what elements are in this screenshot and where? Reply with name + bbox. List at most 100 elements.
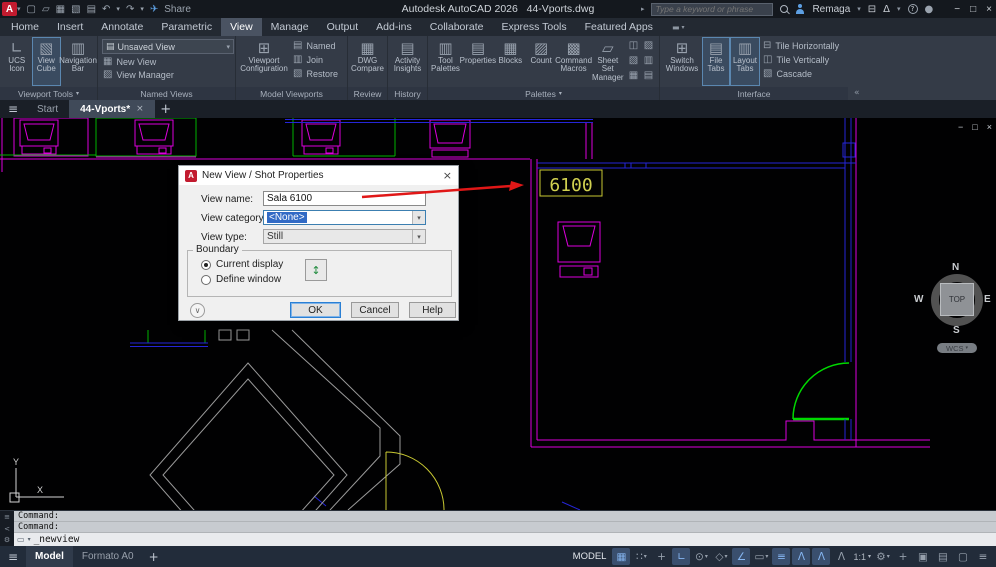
switch-windows-button[interactable]: ⊞ Switch Windows <box>662 37 702 86</box>
grip-icon[interactable]: ≡ <box>4 513 10 521</box>
tab-parametric[interactable]: Parametric <box>152 18 221 36</box>
panel-label-named-views[interactable]: Named Views <box>98 87 235 100</box>
customize-command-icon[interactable]: ⚙ <box>4 536 10 544</box>
navigation-bar-button[interactable]: ▥ Navigation Bar <box>59 37 97 86</box>
viewcube-top-face[interactable]: TOP <box>940 283 974 316</box>
count-button[interactable]: ▨ Count <box>526 37 557 86</box>
tab-home[interactable]: Home <box>2 18 48 36</box>
clean-screen-icon[interactable]: ▢ <box>954 548 972 565</box>
collapse-history-icon[interactable]: < <box>4 525 10 533</box>
define-window-pick-button[interactable]: ↕ <box>305 259 327 281</box>
tab-view[interactable]: View <box>221 18 262 36</box>
new-view-button[interactable]: ▦ New View <box>100 55 233 68</box>
annotation-visibility-icon[interactable]: Λ <box>792 548 811 565</box>
autodesk-access-icon[interactable]: Δ <box>883 4 890 15</box>
tab-insert[interactable]: Insert <box>48 18 92 36</box>
open-file-icon[interactable]: ▱ <box>42 4 50 15</box>
lineweight-icon[interactable]: ≡ <box>772 548 791 565</box>
tab-manage[interactable]: Manage <box>262 18 318 36</box>
viewcube-west[interactable]: W <box>914 294 923 305</box>
close-tab-icon[interactable]: × <box>136 104 144 114</box>
redo-icon[interactable]: ↷ <box>126 4 134 15</box>
view-cube-button[interactable]: ▧ View Cube <box>31 37 61 86</box>
customization-icon[interactable]: ≡ <box>974 548 992 565</box>
minimize-icon[interactable]: − <box>954 4 960 15</box>
command-window-icon[interactable]: ▭ <box>17 535 25 544</box>
viewcube-east[interactable]: E <box>984 294 991 305</box>
file-tab-document[interactable]: 44-Vports* × <box>69 100 155 118</box>
current-display-radio[interactable]: Current display <box>201 259 283 270</box>
panel-label-review[interactable]: Review <box>348 87 387 100</box>
ok-button[interactable]: OK <box>290 302 341 318</box>
user-dropdown-icon[interactable]: ▾ <box>857 5 861 13</box>
autocad-logo-icon[interactable]: A <box>2 2 17 16</box>
define-window-radio[interactable]: Define window <box>201 274 281 285</box>
panel-label-palettes[interactable]: Palettes ▾ <box>428 87 659 100</box>
grid-toggle-icon[interactable]: ▦ <box>612 548 631 565</box>
new-layout-icon[interactable]: + <box>143 550 165 564</box>
recent-commands-icon[interactable]: ▾ <box>28 536 31 543</box>
crosshair-icon[interactable]: + <box>894 548 912 565</box>
restore-icon[interactable]: □ <box>970 4 976 15</box>
undo-dropdown-icon[interactable]: ▾ <box>116 5 120 13</box>
annotation-scale-value[interactable]: 1:1 ▾ <box>853 552 871 562</box>
restore-viewports-button[interactable]: ▧ Restore <box>290 67 341 80</box>
file-tab-start[interactable]: Start <box>26 100 69 118</box>
ribbon-options-icon[interactable]: ▬ ▾ <box>672 18 685 36</box>
close-icon[interactable]: × <box>986 4 992 15</box>
viewcube-north[interactable]: N <box>952 262 959 273</box>
wcs-dropdown[interactable]: WCS ▾ <box>937 343 977 353</box>
tile-vertically-button[interactable]: ◫ Tile Vertically <box>760 53 842 66</box>
model-tab[interactable]: Model <box>26 546 73 567</box>
sheet-set-manager-button[interactable]: ▱ Sheet Set Manager <box>591 37 625 86</box>
polar-tracking-icon[interactable]: ⊙ ▾ <box>692 548 710 565</box>
save-as-icon[interactable]: ▧ <box>71 4 80 15</box>
search-input[interactable] <box>655 4 770 14</box>
logo-dropdown-icon[interactable]: ▾ <box>17 5 21 13</box>
palette-small-icon[interactable]: ◫ <box>627 40 640 53</box>
viewport-close-icon[interactable]: × <box>987 122 992 132</box>
cancel-button[interactable]: Cancel <box>351 302 399 318</box>
view-category-combo[interactable]: <None> ▾ <box>263 210 426 225</box>
tool-palettes-button[interactable]: ▥ Tool Palettes <box>430 37 461 86</box>
assistant-icon[interactable]: ● <box>925 4 934 15</box>
named-viewports-button[interactable]: ▤ Named <box>290 39 341 52</box>
chevron-down-icon[interactable]: ▾ <box>412 211 425 224</box>
command-input-text[interactable]: _newview <box>34 534 80 545</box>
user-name[interactable]: Remaga <box>812 4 850 15</box>
file-tabs-button[interactable]: ▤ File Tabs <box>702 37 730 86</box>
search-icon[interactable] <box>780 5 789 13</box>
new-file-icon[interactable]: ▢ <box>27 4 36 15</box>
layout-tabs-button[interactable]: ▥ Layout Tabs <box>730 37 760 86</box>
share-icon[interactable]: ✈ <box>150 4 158 15</box>
panel-label-interface[interactable]: Interface <box>660 87 848 100</box>
view-type-combo[interactable]: Still ▾ <box>263 229 426 244</box>
cart-icon[interactable]: ⊟ <box>868 4 876 15</box>
graphics-performance-icon[interactable]: ▤ <box>934 548 952 565</box>
palette-small-icon[interactable]: ▧ <box>627 55 640 68</box>
palette-small-icon[interactable]: ▦ <box>627 70 640 83</box>
ribbon-collapse-icon[interactable]: « <box>848 88 866 100</box>
annotation-scale-icon[interactable]: Λ <box>832 548 850 565</box>
palette-small-icon[interactable]: ▥ <box>642 55 655 68</box>
palette-small-icon[interactable]: ▨ <box>642 40 655 53</box>
properties-button[interactable]: ▤ Properties <box>460 37 496 86</box>
object-snap-tracking-icon[interactable]: ∠ <box>732 548 751 565</box>
snap-toggle-icon[interactable]: ∷ ▾ <box>632 548 650 565</box>
share-label[interactable]: Share <box>164 4 191 15</box>
command-macros-button[interactable]: ▩ Command Macros <box>555 37 592 86</box>
dynamic-input-icon[interactable]: + <box>652 548 670 565</box>
dwg-compare-button[interactable]: ▦ DWG Compare <box>350 37 385 86</box>
viewcube-south[interactable]: S <box>953 325 960 336</box>
panel-label-history[interactable]: History <box>388 87 427 100</box>
new-drawing-tab-icon[interactable]: + <box>155 100 177 118</box>
isodraft-icon[interactable]: ◇ ▾ <box>712 548 730 565</box>
file-tabs-menu-icon[interactable]: ≡ <box>0 100 26 118</box>
activity-insights-button[interactable]: ▤ Activity Insights <box>390 37 425 86</box>
isolate-objects-icon[interactable]: ▣ <box>914 548 932 565</box>
tile-horizontally-button[interactable]: ⊟ Tile Horizontally <box>760 39 842 52</box>
tab-annotate[interactable]: Annotate <box>92 18 152 36</box>
layout-tab-formato-a0[interactable]: Formato A0 <box>73 546 143 567</box>
dialog-close-icon[interactable]: × <box>443 169 452 182</box>
access-dropdown-icon[interactable]: ▾ <box>897 5 901 13</box>
